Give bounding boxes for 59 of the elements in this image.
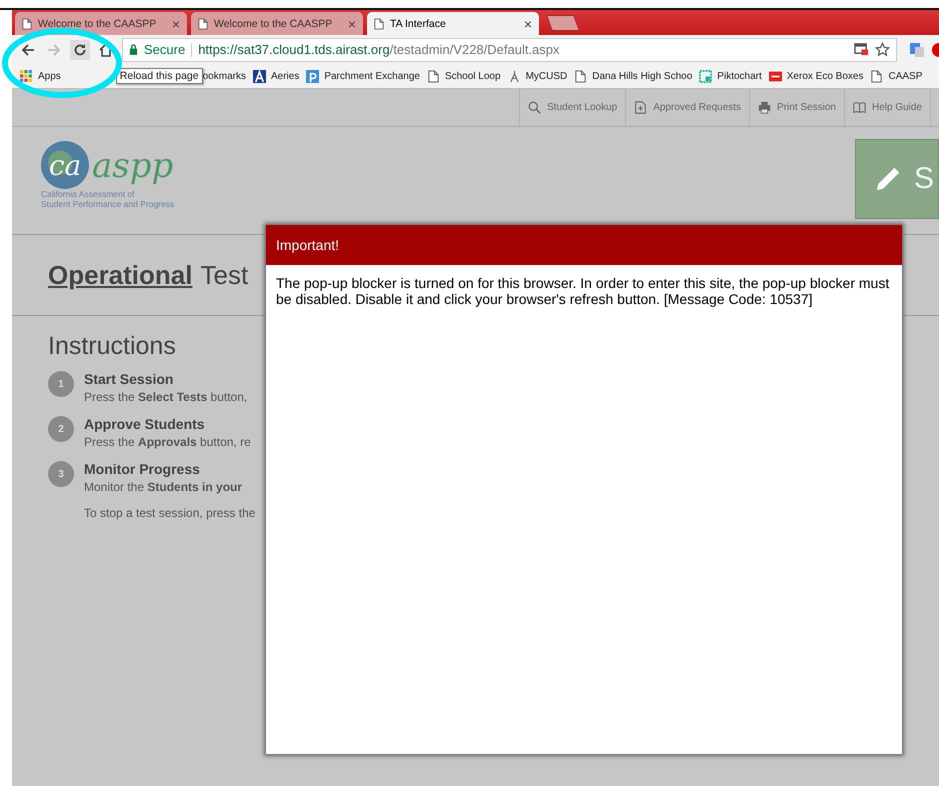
logo-subtitle: Student Performance and Progress	[41, 199, 174, 209]
bookmark[interactable]: Dana Hills High Schoo	[574, 70, 692, 82]
browser-tab[interactable]: TA Interface ×	[367, 12, 539, 35]
blocked-popup-icon[interactable]	[854, 42, 869, 57]
browser-tab[interactable]: Welcome to the CAASPP ×	[15, 12, 187, 35]
step-title: Approve Students	[84, 416, 206, 432]
step-text: Press the Approvals button, re	[84, 435, 251, 449]
step-text: Press the Select Tests button,	[84, 390, 248, 404]
reload-icon[interactable]	[70, 40, 90, 60]
new-tab-button[interactable]	[546, 15, 580, 31]
bookmark[interactable]: ookmarks	[202, 70, 246, 82]
page-icon	[22, 18, 32, 30]
dialog-title: Important!	[266, 225, 902, 265]
bookmark[interactable]: Piktochart	[699, 70, 762, 82]
star-icon[interactable]	[875, 42, 890, 57]
close-icon[interactable]: ×	[348, 16, 356, 32]
page-icon	[198, 18, 208, 30]
antenna-icon	[508, 70, 521, 82]
dotted-square-icon	[699, 70, 712, 82]
page-heading-link[interactable]: Operational	[48, 260, 192, 290]
tooltip: Reload this page	[116, 68, 203, 84]
bookmark[interactable]: School Loop	[426, 70, 501, 82]
step-number: 3	[48, 461, 74, 487]
bookmark[interactable]: MyCUSD	[508, 70, 568, 82]
lock-icon	[129, 44, 138, 55]
page-icon	[374, 18, 384, 30]
apps-grid-icon	[20, 70, 33, 82]
page-icon	[870, 70, 884, 82]
bookmark[interactable]: Parchment Exchange	[306, 70, 420, 82]
close-icon[interactable]: ×	[172, 16, 180, 32]
section-heading: Instructions	[48, 332, 177, 361]
bookmark[interactable]: CAASP	[870, 70, 922, 82]
translate-icon[interactable]	[909, 42, 925, 58]
page-icon	[574, 70, 588, 82]
step-text: To stop a test session, press the	[83, 506, 256, 520]
bookmark[interactable]: Xerox Eco Boxes	[768, 70, 864, 82]
step-text: Monitor the Students in your	[84, 480, 242, 494]
bookmark[interactable]: Aeries	[252, 70, 300, 82]
logo-wordmark: aspp	[92, 146, 174, 186]
close-icon[interactable]: ×	[524, 16, 532, 32]
step-number: 1	[48, 371, 74, 397]
search-icon	[528, 101, 542, 114]
step-number: 2	[48, 416, 74, 442]
page-heading: Test	[200, 260, 248, 290]
logo-subtitle: California Assessment of	[41, 189, 136, 199]
dialog-message: The pop-up blocker is turned on for this browser. In order to enter this site, the pop-up blocker must be disabled. Disable it and click your browser's refresh button. [Message Code: 10537]	[275, 274, 890, 309]
document-plus-icon	[634, 101, 648, 114]
address-bar[interactable]: Secure https://sat37.cloud1.tds.airast.org/testadmin/V228/Default.aspx	[122, 38, 897, 62]
step-title: Monitor Progress	[84, 461, 201, 477]
bookmark[interactable]: Apps	[20, 70, 61, 82]
logo-globe: ca	[41, 141, 89, 189]
logo-icon	[768, 70, 782, 82]
page-icon	[426, 70, 440, 82]
step-title: Start Session	[84, 371, 174, 387]
book-icon	[852, 101, 866, 114]
printer-icon	[758, 101, 772, 114]
letter-p-icon	[306, 70, 320, 82]
browser-tab[interactable]: Welcome to the CAASPP ×	[191, 12, 363, 35]
letter-a-icon	[252, 70, 266, 82]
